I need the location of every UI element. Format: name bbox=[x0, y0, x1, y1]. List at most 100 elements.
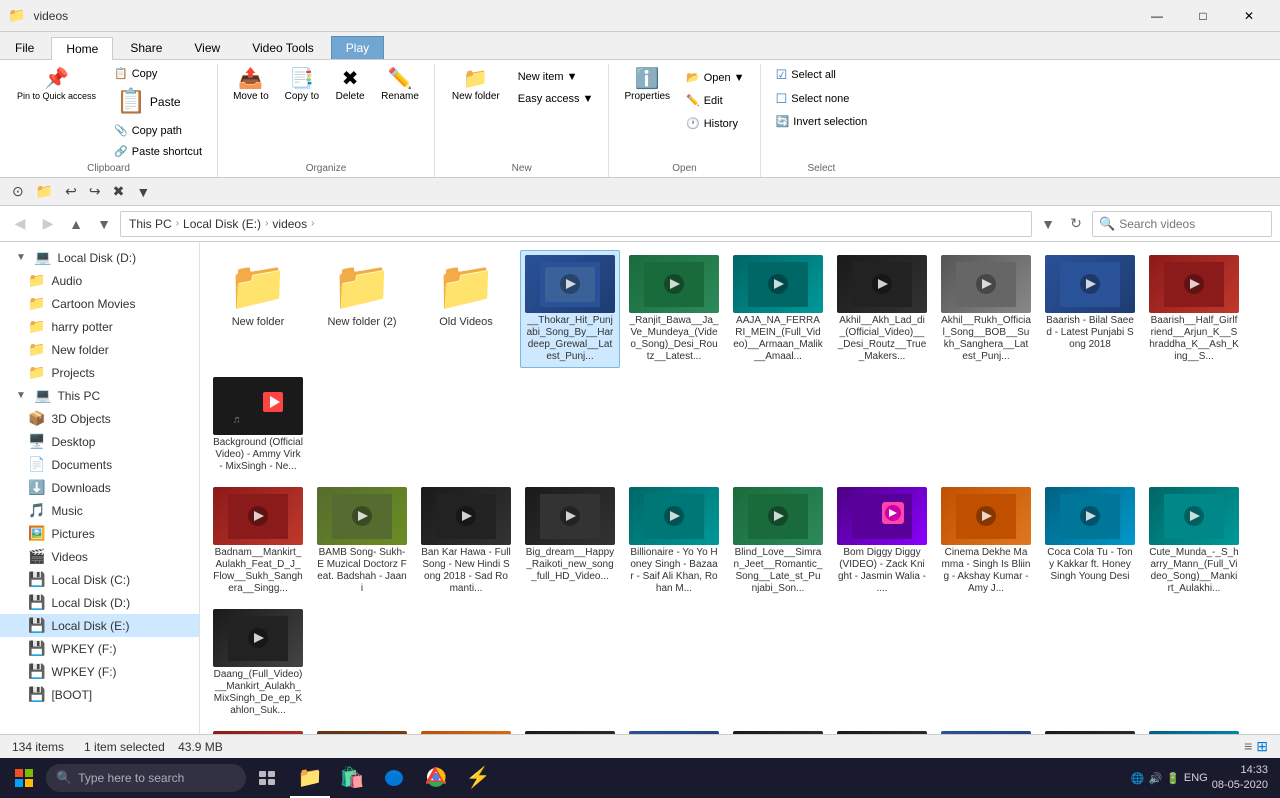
sidebar-item-downloads[interactable]: ⬇️ Downloads bbox=[0, 476, 199, 499]
copy-to-button[interactable]: 📑 Copy to bbox=[278, 64, 326, 107]
easy-access-button[interactable]: Easy access ▼ bbox=[511, 90, 601, 108]
sidebar-item-audio[interactable]: 📁 Audio bbox=[0, 269, 199, 292]
forward-button[interactable]: ▶ bbox=[36, 212, 60, 236]
sidebar-item-wpkey-f[interactable]: 💾 WPKEY (F:) bbox=[0, 637, 199, 660]
new-item-button[interactable]: New item ▼ bbox=[511, 68, 601, 86]
qt-folder-up[interactable]: 📁 bbox=[32, 181, 57, 202]
video-item-bamb[interactable]: BAMB Song- Sukh-E Muzical Doctorz Feat. … bbox=[312, 482, 412, 600]
paste-shortcut-button[interactable]: 🔗 Paste shortcut bbox=[107, 142, 209, 161]
copy-button[interactable]: 📋 Copy bbox=[107, 64, 209, 83]
video-item-bom-diggy[interactable]: Bom Diggy Diggy (VIDEO) - Zack Knight - … bbox=[832, 482, 932, 600]
invert-selection-button[interactable]: 🔄 Invert selection bbox=[769, 112, 875, 131]
open-button[interactable]: 📂 Open ▼ bbox=[679, 68, 752, 87]
sidebar-item-3d-objects[interactable]: 📦 3D Objects bbox=[0, 407, 199, 430]
video-item-dont-worry[interactable]: Don't Worry (Full Video) Karan Aujla - D… bbox=[1040, 726, 1140, 734]
path-pc[interactable]: This PC bbox=[129, 217, 172, 231]
sidebar-item-pictures[interactable]: 🖼️ Pictures bbox=[0, 522, 199, 545]
tab-video-tools[interactable]: Video Tools bbox=[237, 36, 329, 59]
maximize-button[interactable]: □ bbox=[1180, 0, 1226, 32]
address-path[interactable]: This PC › Local Disk (E:) › videos › bbox=[120, 211, 1032, 237]
new-folder-button[interactable]: 📁 New folder bbox=[443, 64, 509, 107]
select-none-button[interactable]: ☐ Select none bbox=[769, 88, 875, 110]
rename-button[interactable]: ✏️ Rename bbox=[374, 64, 426, 107]
video-item-akhil-akh[interactable]: Akhil__Akh_Lad_di_(Official_Video)___Des… bbox=[832, 250, 932, 368]
video-item-dil-jida[interactable]: Dil_Jida_Tutda_by__Jassi_Gill_✔ bbox=[520, 726, 620, 734]
edit-button[interactable]: ✏️ Edit bbox=[679, 91, 752, 110]
back-button[interactable]: ◀ bbox=[8, 212, 32, 236]
sidebar-item-wpkey-f2[interactable]: 💾 WPKEY (F:) bbox=[0, 660, 199, 683]
list-view-button[interactable]: ≡ bbox=[1244, 738, 1252, 755]
video-item-dill-ton[interactable]: DILL_TON_BLACK_Video_Song__Jassi_Gill_Fe… bbox=[728, 726, 828, 734]
sidebar-item-this-pc[interactable]: ▼ 💻 This PC bbox=[0, 384, 199, 407]
video-item-baarish[interactable]: Baarish - Bilal Saeed - Latest Punjabi S… bbox=[1040, 250, 1140, 368]
video-item-desi[interactable]: Desi Desi Na Bolya Kar Chori Re (Officia… bbox=[312, 726, 412, 734]
tab-view[interactable]: View bbox=[179, 36, 235, 59]
video-item-billionaire[interactable]: Billionaire - Yo Yo Honey Singh - Bazaar… bbox=[624, 482, 724, 600]
folder-old-videos[interactable]: 📁 Old Videos bbox=[416, 250, 516, 368]
sidebar-item-local-disk-d[interactable]: 💾 Local Disk (D:) bbox=[0, 591, 199, 614]
delete-button[interactable]: ✖ Delete bbox=[328, 64, 372, 107]
dropdown-button[interactable]: ▼ bbox=[1036, 212, 1060, 236]
task-view-button[interactable] bbox=[248, 758, 288, 798]
video-item-ban-kar[interactable]: Ban Kar Hawa - Full Song - New Hindi Son… bbox=[416, 482, 516, 600]
video-item-daang[interactable]: Daang_(Full_Video)__Mankirt_Aulakh_MixSi… bbox=[208, 604, 308, 722]
sidebar-item-desktop[interactable]: 🖥️ Desktop bbox=[0, 430, 199, 453]
video-item-badnam[interactable]: Badnam__Mankirt_Aulakh_Feat_D_J_Flow__Su… bbox=[208, 482, 308, 600]
video-item-big-dream[interactable]: Big_dream__Happy_Raikoti_new_song_full_H… bbox=[520, 482, 620, 600]
paste-button[interactable]: 📋 Paste bbox=[107, 85, 209, 119]
video-item-diljit[interactable]: Diljit_Dosanjh__Raat_Di_Gedi_(Official_N… bbox=[624, 726, 724, 734]
video-item-do-you-know[interactable]: Do_You_Know__Diljit_Dosanjh bbox=[936, 726, 1036, 734]
path-disk[interactable]: Local Disk (E:) bbox=[183, 217, 261, 231]
sidebar-item-music[interactable]: 🎵 Music bbox=[0, 499, 199, 522]
properties-button[interactable]: ℹ️ Properties bbox=[617, 64, 677, 107]
history-button[interactable]: 🕐 History bbox=[679, 114, 752, 133]
qt-properties[interactable]: ⊙ bbox=[8, 181, 28, 202]
qt-more[interactable]: ▼ bbox=[132, 182, 154, 202]
taskbar-search[interactable]: 🔍 Type here to search bbox=[46, 764, 246, 792]
qt-delete[interactable]: ✖ bbox=[109, 181, 129, 202]
taskbar-edge[interactable] bbox=[374, 758, 414, 798]
taskbar-chrome[interactable] bbox=[416, 758, 456, 798]
folder-new-2[interactable]: 📁 New folder (2) bbox=[312, 250, 412, 368]
tab-home[interactable]: Home bbox=[51, 37, 113, 60]
copy-path-button[interactable]: 📎 Copy path bbox=[107, 121, 209, 140]
video-item-background[interactable]: 🎵 Background (Official Video) - Ammy Vir… bbox=[208, 372, 308, 478]
video-item-akhil-rukh[interactable]: Akhil__Rukh_Official_Song__BOB__Sukh_San… bbox=[936, 250, 1036, 368]
folder-new[interactable]: 📁 New folder bbox=[208, 250, 308, 368]
taskbar-file-explorer[interactable]: 📁 bbox=[290, 758, 330, 798]
tab-share[interactable]: Share bbox=[115, 36, 177, 59]
video-item-ranjit[interactable]: _Ranjit_Bawa__Ja_Ve_Mundeya_(Video_Song)… bbox=[624, 250, 724, 368]
video-item-aaja[interactable]: AAJA_NA_FERRARI_MEIN_(Full_Video)__Armaa… bbox=[728, 250, 828, 368]
close-button[interactable]: ✕ bbox=[1226, 0, 1272, 32]
refresh-button[interactable]: ↻ bbox=[1064, 212, 1088, 236]
up-button[interactable]: ▲ bbox=[64, 212, 88, 236]
move-to-button[interactable]: 📤 Move to bbox=[226, 64, 276, 107]
video-item-baarish-half[interactable]: Baarish__Half_Girlfriend__Arjun_K__Shrad… bbox=[1144, 250, 1244, 368]
start-button[interactable] bbox=[4, 758, 44, 798]
sidebar-item-cartoon-movies[interactable]: 📁 Cartoon Movies bbox=[0, 292, 199, 315]
sidebar-item-harry-potter[interactable]: 📁 harry potter bbox=[0, 315, 199, 338]
sidebar-item-local-disk-c[interactable]: 💾 Local Disk (C:) bbox=[0, 568, 199, 591]
grid-view-button[interactable]: ⊞ bbox=[1256, 738, 1268, 755]
video-item-expert-jatt[interactable]: EXPERT JATT - NAWAB (Official Video) Mis… bbox=[1144, 726, 1244, 734]
sidebar-item-new-folder[interactable]: 📁 New folder bbox=[0, 338, 199, 361]
taskbar-app5[interactable]: ⚡ bbox=[458, 758, 498, 798]
video-item-thokar[interactable]: __Thokar_Hit_Punjabi_Song_By__Hardeep_Gr… bbox=[520, 250, 620, 368]
video-item-cinema[interactable]: Cinema Dekhe Mamma - Singh Is Bliing - A… bbox=[936, 482, 1036, 600]
taskbar-store[interactable]: 🛍️ bbox=[332, 758, 372, 798]
tab-file[interactable]: File bbox=[0, 36, 49, 59]
select-all-button[interactable]: ☑ Select all bbox=[769, 64, 875, 86]
qt-redo[interactable]: ↪ bbox=[85, 181, 105, 202]
video-item-dj-rebel[interactable]: Dj Rebel & Mohombi feat. Shaggy - Let Me… bbox=[832, 726, 932, 734]
qt-undo[interactable]: ↩ bbox=[61, 181, 81, 202]
sidebar-item-videos[interactable]: 🎬 Videos bbox=[0, 545, 199, 568]
recent-locations-button[interactable]: ▼ bbox=[92, 212, 116, 236]
tab-play[interactable]: Play bbox=[331, 36, 384, 59]
sidebar-item-local-disk-d-root[interactable]: ▼ 💻 Local Disk (D:) bbox=[0, 246, 199, 269]
sidebar-item-projects[interactable]: 📁 Projects bbox=[0, 361, 199, 384]
video-item-coca-cola[interactable]: Coca Cola Tu - Tony Kakkar ft. Honey Sin… bbox=[1040, 482, 1140, 600]
video-item-despacito[interactable]: Despacito (Remix) - DJ Devil Dubai bbox=[416, 726, 516, 734]
video-item-cute-munda[interactable]: Cute_Munda_-_S_harry_Mann_(Full_Video_So… bbox=[1144, 482, 1244, 600]
minimize-button[interactable]: — bbox=[1134, 0, 1180, 32]
sidebar-item-documents[interactable]: 📄 Documents bbox=[0, 453, 199, 476]
